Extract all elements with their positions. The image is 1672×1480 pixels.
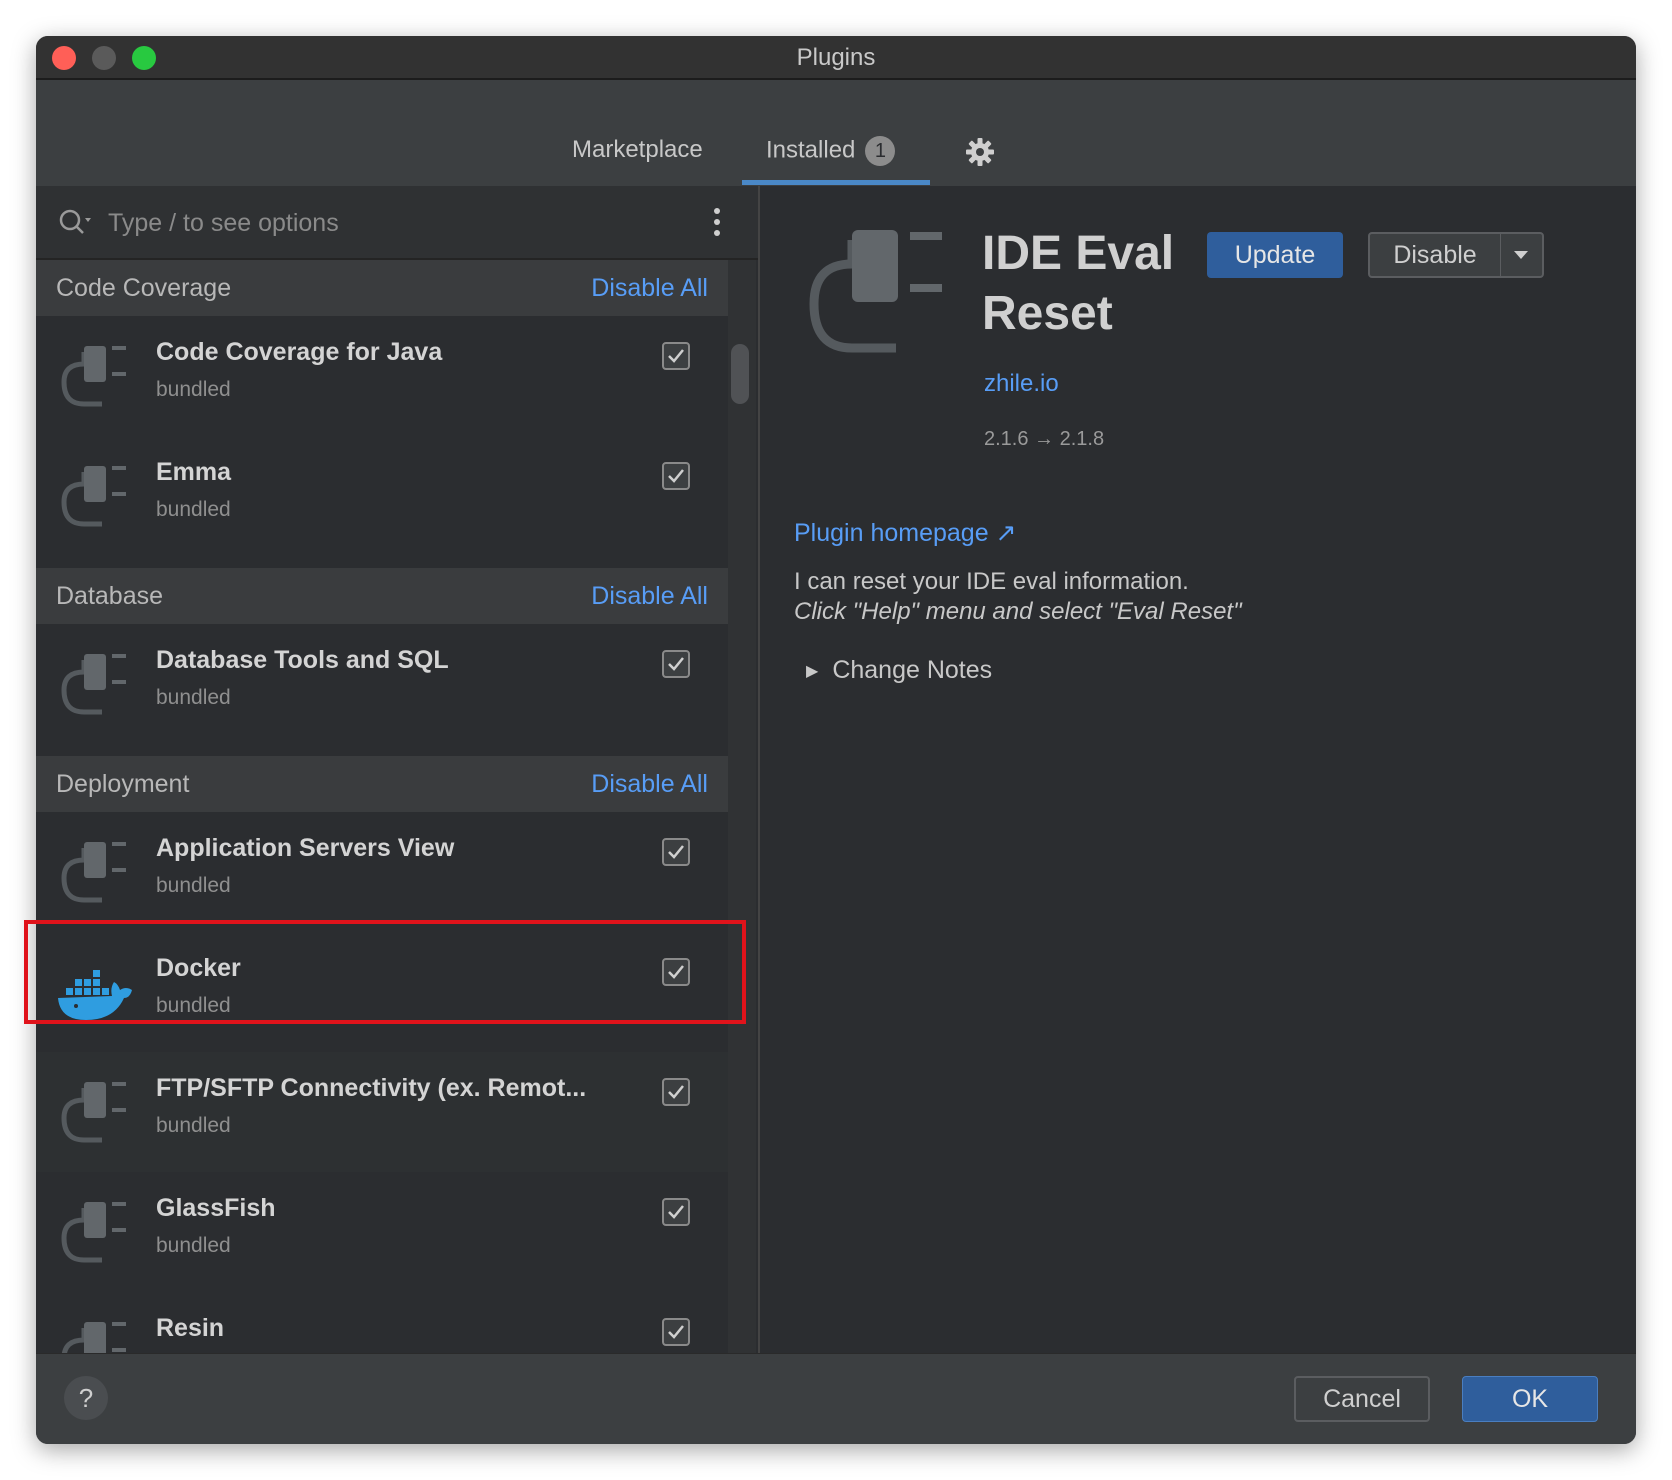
docker-icon: [56, 958, 132, 1028]
plugin-bundled-label: bundled: [156, 1114, 231, 1137]
plugin-bundled-label: bundled: [156, 1234, 231, 1257]
plugin-name: Database Tools and SQL: [156, 646, 449, 674]
plugin-bundled-label: bundled: [156, 378, 231, 401]
more-options-icon[interactable]: [712, 206, 722, 238]
plugin-name: FTP/SFTP Connectivity (ex. Remot...: [156, 1074, 587, 1102]
plugin-row[interactable]: Code Coverage for Java bundled: [36, 316, 728, 436]
chevron-down-icon[interactable]: [1500, 232, 1544, 278]
plugin-icon: [56, 342, 132, 412]
plugin-list-panel: Code Coverage Disable All Code Coverage …: [36, 186, 760, 1384]
plugin-bundled-label: bundled: [156, 874, 231, 897]
plugin-row[interactable]: Database Tools and SQL bundled: [36, 624, 728, 744]
plugins-dialog: Plugins Marketplace Installed 1 Type / t…: [36, 36, 1636, 1444]
update-button[interactable]: Update: [1207, 232, 1343, 278]
disable-all-link[interactable]: Disable All: [591, 770, 708, 799]
plugin-enabled-checkbox[interactable]: [662, 342, 690, 370]
plugin-icon: [56, 462, 132, 532]
group-header-code-coverage: Code Coverage Disable All: [36, 260, 728, 316]
ok-button[interactable]: OK: [1462, 1376, 1598, 1422]
title-bar: Plugins: [36, 36, 1636, 80]
plugin-bundled-label: bundled: [156, 498, 231, 521]
tab-installed[interactable]: Installed 1: [766, 136, 896, 166]
disable-all-link[interactable]: Disable All: [591, 274, 708, 303]
active-tab-indicator: [742, 180, 930, 185]
plugin-row-docker[interactable]: Docker bundled: [36, 932, 728, 1052]
plugin-enabled-checkbox[interactable]: [662, 462, 690, 490]
plugin-icon: [56, 650, 132, 720]
plugin-bundled-label: bundled: [156, 686, 231, 709]
plugin-name: Code Coverage for Java: [156, 338, 443, 366]
change-notes-label: Change Notes: [832, 656, 993, 684]
plugin-enabled-checkbox[interactable]: [662, 1318, 690, 1346]
plugin-name: Resin: [156, 1314, 225, 1342]
plugin-row[interactable]: Application Servers View bundled: [36, 812, 728, 932]
plugin-list: Code Coverage Disable All Code Coverage …: [36, 260, 728, 1384]
plugin-row[interactable]: GlassFish bundled: [36, 1172, 728, 1292]
window-title: Plugins: [796, 44, 876, 71]
gear-icon[interactable]: [964, 136, 996, 168]
plugin-name: Application Servers View: [156, 834, 455, 862]
plugin-enabled-checkbox[interactable]: [662, 1078, 690, 1106]
disable-all-link[interactable]: Disable All: [591, 582, 708, 611]
plugin-row[interactable]: Emma bundled: [36, 436, 728, 556]
plugin-detail-title: IDE Eval Reset: [982, 224, 1202, 344]
expand-triangle-icon: ▶: [806, 663, 819, 681]
group-title: Deployment: [56, 770, 190, 798]
search-bar: [36, 186, 758, 260]
plugin-name: Emma: [156, 458, 232, 486]
description-line-2: Click "Help" menu and select "Eval Reset…: [794, 598, 1242, 625]
plugin-homepage-link[interactable]: Plugin homepage ↗: [794, 518, 1017, 548]
tab-installed-label: Installed: [766, 136, 856, 164]
tab-marketplace[interactable]: Marketplace: [572, 136, 703, 164]
plugin-icon: [56, 838, 132, 908]
dialog-footer: ? Cancel OK: [36, 1353, 1636, 1444]
group-header-deployment: Deployment Disable All: [36, 756, 728, 812]
vendor-link[interactable]: zhile.io: [984, 370, 1059, 398]
plugin-title-line-2: Reset: [982, 287, 1113, 340]
plugin-row[interactable]: FTP/SFTP Connectivity (ex. Remot... bund…: [36, 1052, 728, 1172]
version-info: 2.1.6 → 2.1.8: [984, 428, 1105, 450]
cancel-button[interactable]: Cancel: [1294, 1376, 1430, 1422]
description-line-1: I can reset your IDE eval information.: [794, 568, 1189, 595]
plugin-detail-panel: IDE Eval Reset Update Disable zhile.io 2…: [760, 186, 1636, 1384]
plugin-icon: [56, 1078, 132, 1148]
plugin-icon: [800, 224, 950, 354]
group-title: Database: [56, 582, 164, 610]
tabs-bar: Marketplace Installed 1: [36, 80, 1636, 188]
change-notes-toggle[interactable]: ▶ Change Notes: [806, 656, 992, 685]
plugin-enabled-checkbox[interactable]: [662, 958, 690, 986]
disable-button[interactable]: Disable: [1368, 232, 1502, 278]
search-input[interactable]: [106, 202, 670, 244]
plugin-bundled-label: bundled: [156, 994, 231, 1017]
search-icon[interactable]: [58, 208, 94, 238]
help-button[interactable]: ?: [64, 1376, 108, 1420]
plugin-enabled-checkbox[interactable]: [662, 838, 690, 866]
plugin-icon: [56, 1198, 132, 1268]
list-scrollbar[interactable]: [728, 260, 756, 1384]
plugin-name: Docker: [156, 954, 241, 982]
group-header-database: Database Disable All: [36, 568, 728, 624]
plugin-enabled-checkbox[interactable]: [662, 650, 690, 678]
plugin-name: GlassFish: [156, 1194, 276, 1222]
scrollbar-thumb[interactable]: [731, 344, 749, 404]
group-title: Code Coverage: [56, 274, 232, 302]
plugin-title-line-1: IDE Eval: [982, 227, 1175, 280]
plugin-enabled-checkbox[interactable]: [662, 1198, 690, 1226]
installed-count-badge: 1: [865, 136, 896, 166]
